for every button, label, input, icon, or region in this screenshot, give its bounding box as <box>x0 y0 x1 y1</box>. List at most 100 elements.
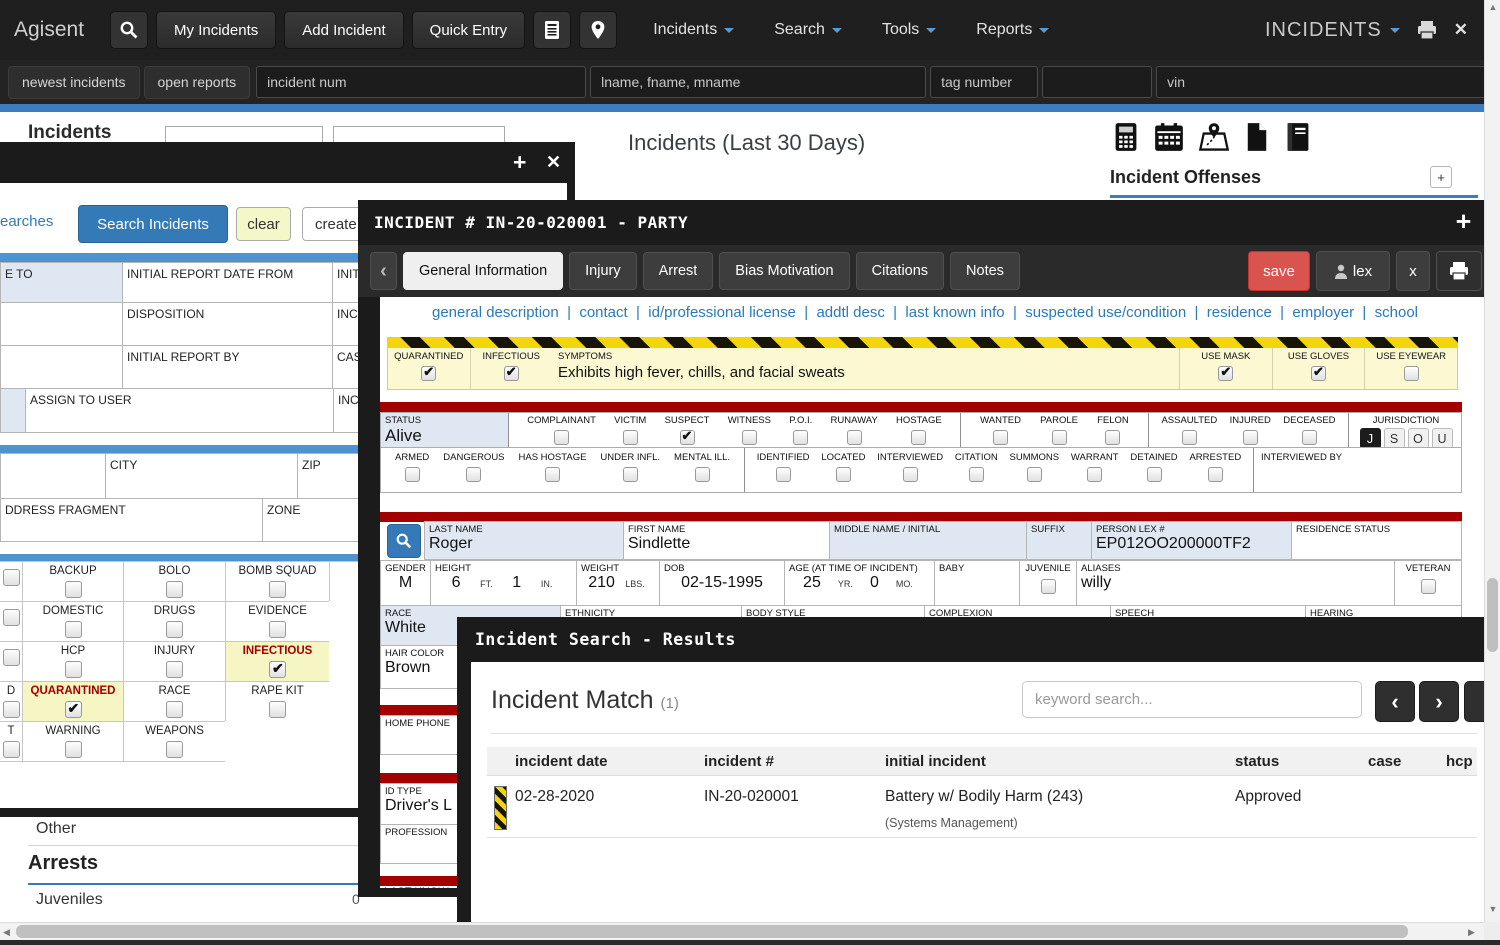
checkbox[interactable] <box>793 430 808 445</box>
search-window-titlebar[interactable]: + ✕ <box>0 142 575 183</box>
checkbox[interactable] <box>695 467 710 482</box>
add-icon[interactable]: + <box>1456 206 1472 235</box>
jurisdiction-option[interactable]: S <box>1384 428 1405 449</box>
name-field[interactable]: SUFFIX <box>1027 522 1092 559</box>
map-icon[interactable] <box>1198 122 1230 152</box>
horizontal-scrollbar[interactable]: ◀ ▶ <box>0 922 1484 940</box>
cut-field[interactable] <box>0 388 26 433</box>
close-icon[interactable]: ✕ <box>1454 20 1468 40</box>
person-search-button[interactable] <box>387 524 421 558</box>
checkbox[interactable] <box>269 581 286 598</box>
checkbox[interactable] <box>836 467 851 482</box>
scroll-down-arrow[interactable]: ▼ <box>1485 904 1500 914</box>
party-tab[interactable]: Injury <box>569 252 636 290</box>
checkbox[interactable] <box>3 569 20 586</box>
interviewed-by-field[interactable]: INTERVIEWED BY <box>1261 452 1342 463</box>
quick-search-input[interactable] <box>930 66 1038 98</box>
checkbox[interactable] <box>65 701 82 718</box>
cut-field[interactable] <box>0 453 106 499</box>
checkbox[interactable] <box>3 609 20 626</box>
quickbar-tab[interactable]: newest incidents <box>8 66 140 99</box>
calculator-icon[interactable] <box>1112 122 1140 152</box>
checkbox[interactable] <box>3 741 20 758</box>
save-button[interactable]: save <box>1248 251 1310 291</box>
document-icon[interactable] <box>1244 122 1270 152</box>
checkbox[interactable] <box>3 701 20 718</box>
checkbox[interactable] <box>1041 579 1056 594</box>
vertical-scrollbar[interactable]: ▲ ▼ <box>1484 0 1500 922</box>
symptoms-field[interactable]: SYMPTOMS Exhibits high fever, chills, an… <box>552 348 1180 389</box>
jurisdiction-option[interactable]: U <box>1432 428 1453 449</box>
prev-page-button[interactable]: ‹ <box>1375 681 1415 722</box>
checkbox[interactable] <box>911 430 926 445</box>
quick-search-input[interactable] <box>256 66 586 98</box>
clear-button[interactable]: clear <box>236 207 291 241</box>
keyword-search-input[interactable] <box>1022 681 1362 718</box>
list-item-other[interactable]: Other <box>36 820 76 838</box>
checkbox[interactable] <box>405 467 420 482</box>
party-section-link[interactable]: addtl desc <box>816 304 905 321</box>
checkbox[interactable] <box>1105 430 1120 445</box>
name-field[interactable]: PERSON LEX # EP012OO200000TF2 <box>1092 522 1292 559</box>
results-titlebar[interactable]: Incident Search - Results <box>457 617 1500 662</box>
close-icon[interactable]: ✕ <box>546 152 561 173</box>
quick-search-input[interactable] <box>1156 66 1490 98</box>
checkbox[interactable] <box>554 430 569 445</box>
scroll-up-arrow[interactable]: ▲ <box>1485 2 1500 12</box>
checkbox[interactable] <box>421 366 436 381</box>
checkbox[interactable] <box>166 581 183 598</box>
initial-report-date-from-field[interactable]: INITIAL REPORT DATE FROM <box>122 262 333 303</box>
checkbox[interactable] <box>1421 579 1436 594</box>
name-field[interactable]: MIDDLE NAME / INITIAL <box>830 522 1027 559</box>
checkbox[interactable] <box>1404 366 1419 381</box>
date-to-field[interactable]: E TO <box>0 262 123 303</box>
checkbox[interactable] <box>847 430 862 445</box>
checkbox[interactable] <box>504 366 519 381</box>
baby-field[interactable]: BABY <box>934 560 1020 606</box>
assign-to-user-field[interactable]: ASSIGN TO USER <box>25 388 334 433</box>
back-chevron-button[interactable]: ‹ <box>370 252 397 290</box>
checkbox[interactable] <box>65 621 82 638</box>
checkbox[interactable] <box>776 467 791 482</box>
navbar-button[interactable]: Quick Entry <box>412 11 526 49</box>
search-button[interactable] <box>110 11 148 49</box>
jurisdiction-option[interactable]: J <box>1360 428 1381 449</box>
quickbar-tab[interactable]: open reports <box>144 66 251 99</box>
party-section-link[interactable]: residence <box>1207 304 1293 321</box>
party-tab[interactable]: Bias Motivation <box>719 252 849 290</box>
checkbox[interactable] <box>166 621 183 638</box>
navbar-menu[interactable]: Incidents <box>653 21 734 39</box>
navbar-menu[interactable]: Reports <box>976 21 1049 39</box>
checkbox[interactable] <box>3 649 20 666</box>
checkbox[interactable] <box>742 430 757 445</box>
vertical-scroll-thumb[interactable] <box>1487 578 1498 652</box>
city-field[interactable]: CITY <box>105 453 298 499</box>
party-section-link[interactable]: employer <box>1292 304 1374 321</box>
name-field[interactable]: RESIDENCE STATUS <box>1292 522 1461 559</box>
gender-field[interactable]: GENDERM <box>380 560 431 606</box>
checkbox[interactable] <box>1208 467 1223 482</box>
checkbox[interactable] <box>1027 467 1042 482</box>
party-section-link[interactable]: school <box>1375 304 1418 321</box>
party-section-link[interactable]: general description <box>432 304 579 321</box>
party-section-link[interactable]: last known info <box>905 304 1025 321</box>
checkbox[interactable] <box>1147 467 1162 482</box>
checkbox[interactable] <box>1218 366 1233 381</box>
party-section-link[interactable]: contact <box>579 304 648 321</box>
checkbox[interactable] <box>166 701 183 718</box>
navbar-menu[interactable]: Tools <box>882 21 936 39</box>
checkbox[interactable] <box>269 701 286 718</box>
print-icon[interactable] <box>1416 20 1438 40</box>
add-offense-button[interactable]: + <box>1430 166 1452 188</box>
checkbox[interactable] <box>1087 467 1102 482</box>
checkbox[interactable] <box>623 430 638 445</box>
party-titlebar[interactable]: INCIDENT # IN-20-020001 - PARTY + <box>358 200 1500 245</box>
navbar-button[interactable]: Add Incident <box>284 11 403 49</box>
checkbox[interactable] <box>166 741 183 758</box>
party-tab[interactable]: Citations <box>856 252 944 290</box>
horizontal-scroll-thumb[interactable] <box>16 925 1408 938</box>
checkbox[interactable] <box>545 467 560 482</box>
checkbox[interactable] <box>65 741 82 758</box>
scroll-right-arrow[interactable]: ▶ <box>1468 927 1475 938</box>
navbar-menu[interactable]: Search <box>774 21 842 39</box>
